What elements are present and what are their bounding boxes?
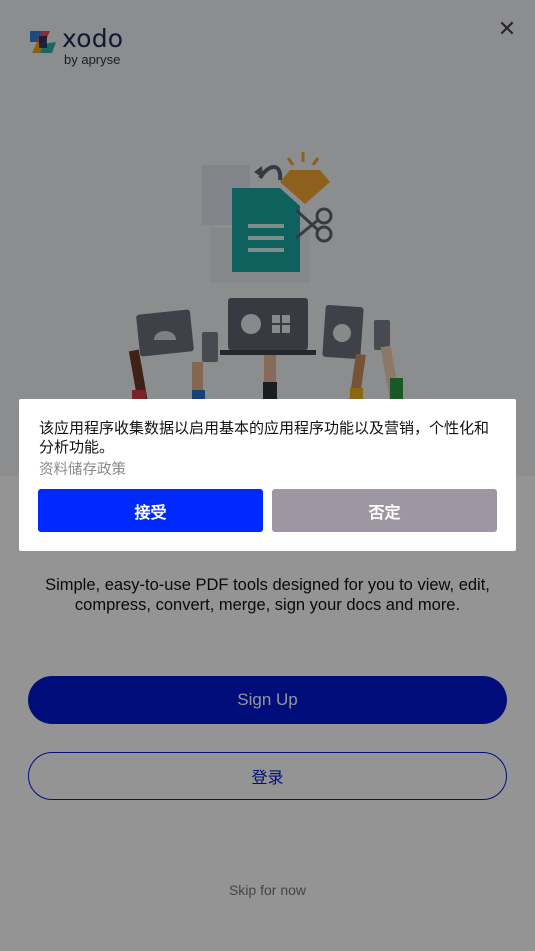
deny-button[interactable]: 否定	[272, 489, 497, 532]
consent-dialog: 该应用程序收集数据以启用基本的应用程序功能以及营销，个性化和分析功能。 资料储存…	[19, 399, 516, 551]
data-storage-policy-link[interactable]: 资料储存政策	[39, 458, 126, 479]
consent-message: 该应用程序收集数据以启用基本的应用程序功能以及营销，个性化和分析功能。	[39, 419, 490, 456]
accept-button[interactable]: 接受	[38, 489, 263, 532]
